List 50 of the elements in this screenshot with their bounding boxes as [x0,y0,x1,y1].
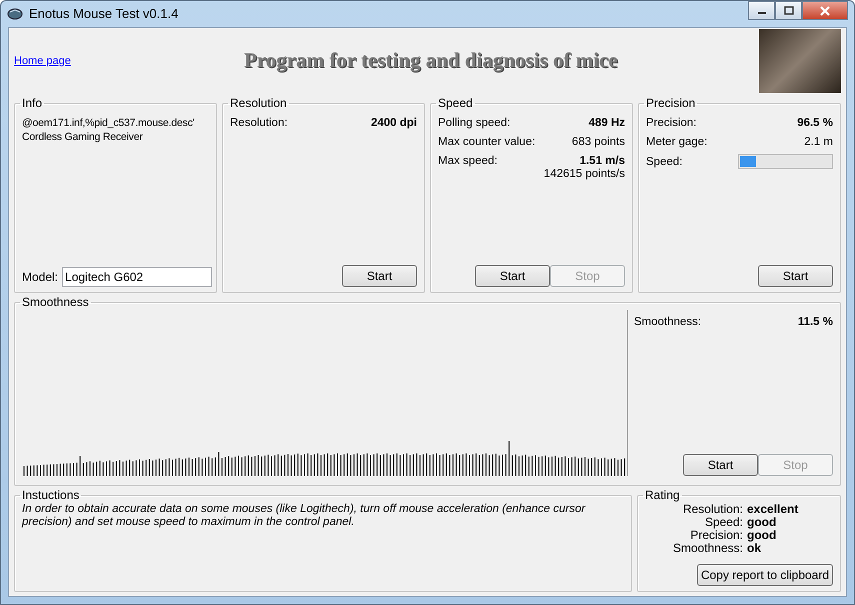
close-icon [819,6,831,16]
maximize-icon [784,6,794,15]
group-title: Smoothness [21,296,90,308]
group-title: Info [21,97,44,109]
field-value: 489 Hz [588,116,625,130]
group-title: Precision [645,97,696,109]
mouse-icon [7,7,23,21]
home-page-link[interactable]: Home page [14,52,244,70]
field-label: Smoothness: [634,315,702,329]
rating-value: good [747,516,778,529]
close-button[interactable] [802,1,848,20]
field-label: Meter gage: [646,135,708,149]
device-info-text: @oem171.inf,%pid_c537.mouse.desc' [22,116,196,130]
action-button[interactable]: Start [342,265,417,287]
field-label: Max speed: [438,154,498,168]
rating-value: excellent [747,503,800,516]
instructions-text: In order to obtain accurate data on some mouses (like Logithech), turn off mouse acceleration (enhance cursor precision) and set mouse speed to maximum in the control panel. [22,503,586,529]
field-value: 683 points [572,135,625,149]
field-label: Polling speed: [438,116,510,130]
field-label: Max counter value: [438,135,536,149]
field-value: 2.1 m [804,135,833,149]
action-button[interactable]: Start [683,454,758,476]
group-title: Resolution [229,97,288,109]
rating-value: good [747,529,778,542]
action-button[interactable]: Start [475,265,550,287]
program-heading: Program for testing and diagnosis of mice [244,47,619,74]
rating-label: Precision: [689,529,743,542]
group-title: Rating [644,489,681,501]
field-label: Precision: [646,116,696,130]
model-label: Model: [22,269,58,286]
rating-label: Resolution: [682,503,743,516]
field-value: 142615 points/s [544,168,625,180]
group-title: Instuctions [21,489,80,501]
field-label: Speed: [646,154,682,168]
minimize-button[interactable] [748,1,775,20]
field-value: 2400 dpi [370,116,417,130]
rating-value: ok [747,542,762,555]
model-input[interactable]: Logitech G602 [62,267,212,287]
field-value: 96.5 % [797,116,833,130]
window-title: Enotus Mouse Test v0.1.4 [29,5,178,24]
group-title: Speed [437,97,474,109]
action-button[interactable]: Start [758,265,833,287]
copy-report-button[interactable]: Copy report to clipboard [697,564,833,586]
rating-label: Smoothness: [672,542,743,555]
field-label: Resolution: [230,116,288,130]
device-info-text: Cordless Gaming Receiver [22,130,144,144]
rating-label: Speed: [704,516,743,529]
field-value: 1.51 m/s [580,154,625,168]
field-value: 11.5 % [798,315,833,329]
maximize-button[interactable] [775,1,802,20]
